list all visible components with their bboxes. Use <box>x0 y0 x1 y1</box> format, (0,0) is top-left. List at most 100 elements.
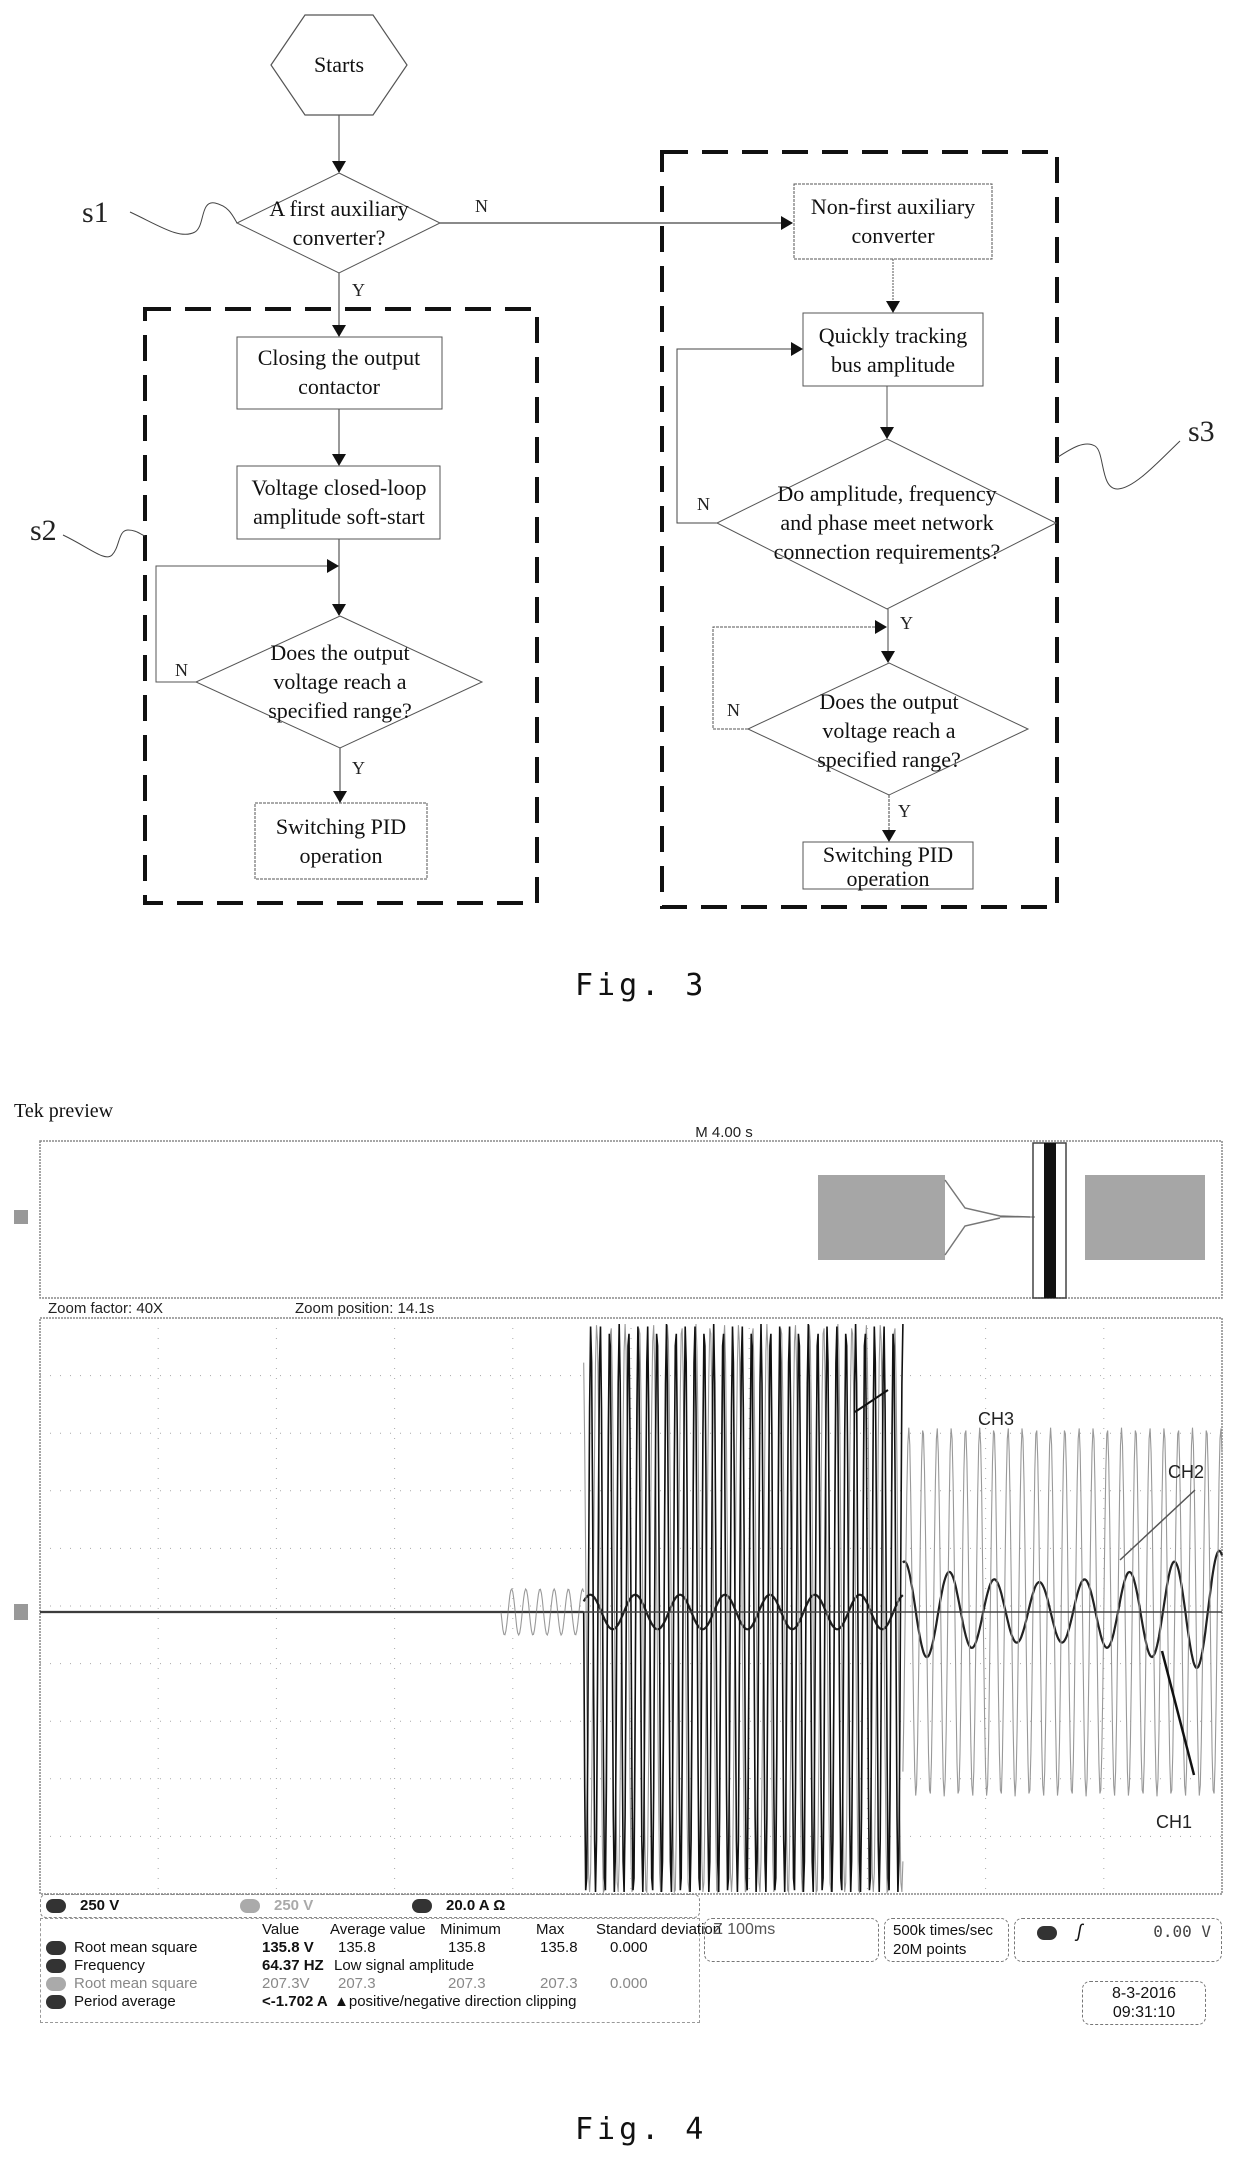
label-yes-2: Y <box>352 758 365 778</box>
record-length: 20M points <box>893 1941 967 1958</box>
measurement-average: 207.3 <box>338 1975 376 1992</box>
start-node: Starts <box>270 14 408 116</box>
measurement-average: 135.8 <box>338 1939 376 1956</box>
time: 09:31:10 <box>1112 2004 1176 2021</box>
trace-ch1 <box>902 1549 1224 1669</box>
zoom-position-label: Zoom position: 14.1s <box>295 1300 434 1317</box>
nonfirst-line2: converter <box>851 223 935 248</box>
label-no-2: N <box>175 660 188 680</box>
channel-2-icon <box>46 1977 66 1991</box>
channel-3-icon <box>46 1995 66 2009</box>
measurement-header: Minimum <box>440 1921 501 1938</box>
s2-leader-line <box>62 529 146 558</box>
step-voltage-soft-start: Voltage closed-loop amplitude soft-start <box>236 465 441 540</box>
figure-4-caption: Fig. 4 <box>575 2112 708 2147</box>
timebase-label: M 4.00 s <box>695 1124 753 1141</box>
start-label: Starts <box>314 52 364 77</box>
channel-scale-bar <box>40 1894 700 1918</box>
preview-burst-1 <box>818 1175 945 1260</box>
nonfirst-line1: Non-first auxiliary <box>811 194 975 219</box>
trace-ch1 <box>582 1593 904 1631</box>
sample-rate: 500k times/sec <box>893 1922 994 1939</box>
measurement-name: Period average <box>74 1993 176 2010</box>
label-no-1: N <box>475 196 488 216</box>
graticule-grid <box>40 1318 1222 1894</box>
channel-3-icon[interactable] <box>412 1899 432 1913</box>
decision-left-line3: specified range? <box>268 698 412 723</box>
decision-right-line2: voltage reach a <box>822 718 955 743</box>
softstart-line1: Voltage closed-loop <box>252 475 427 500</box>
pid-right-line2: operation <box>846 866 929 891</box>
measurement-note: ▲positive/negative direction clipping <box>334 1993 577 2010</box>
decision-right-line3: specified range? <box>817 747 961 772</box>
channel-1-icon <box>46 1941 66 1955</box>
reference-label-s3: s3 <box>1188 415 1215 448</box>
measurement-max: 207.3 <box>540 1975 578 1992</box>
step-closing-contactor: Closing the output contactor <box>236 336 443 410</box>
datetime-box: 8-3-2016 09:31:10 <box>1082 1981 1206 2025</box>
decision-left-line1: Does the output <box>270 640 409 665</box>
label-no-3: N <box>697 494 710 514</box>
channel-2-icon[interactable] <box>240 1899 260 1913</box>
step-non-first-converter: Non-first auxiliary converter <box>793 183 993 260</box>
trace-ch2 <box>500 1587 585 1637</box>
channel-1-icon <box>46 1959 66 1973</box>
measurement-value: 135.8 V <box>262 1939 314 1956</box>
zoom-factor-label: Zoom factor: 40X <box>48 1300 163 1317</box>
main-ground-marker <box>14 1604 28 1620</box>
measurement-header: Max <box>536 1921 565 1938</box>
zoom-window-center <box>1044 1143 1056 1298</box>
decision-first-line1: A first auxiliary <box>269 196 408 221</box>
channel-2-scale[interactable]: 250 V <box>274 1897 313 1914</box>
measurement-max: 135.8 <box>540 1939 578 1956</box>
preview-ground-marker <box>14 1210 28 1224</box>
date: 8-3-2016 <box>1111 1985 1177 2002</box>
measurement-std-dev: 0.000 <box>610 1939 648 1956</box>
pid-left-line2: operation <box>299 843 382 868</box>
zoom-window-marker[interactable] <box>1032 1142 1067 1299</box>
ch1-leader <box>1160 1650 1196 1776</box>
decision-first-converter: A first auxiliary converter? <box>235 172 442 274</box>
rising-edge-icon: ʃ <box>1077 1921 1083 1941</box>
measurement-value: <-1.702 A <box>262 1993 328 2010</box>
preview-decay <box>944 1179 1031 1256</box>
measurement-std-dev: 0.000 <box>610 1975 648 1992</box>
pid-right-line1: Switching PID <box>823 842 953 867</box>
trigger-level: 0.00 V <box>1153 1922 1211 1941</box>
main-graticule <box>39 1317 1223 1895</box>
zoom-timebase: Z 100ms <box>713 1921 776 1938</box>
trace-ch3 <box>582 1323 904 1893</box>
trace-label-ch3: CH3 <box>978 1409 1014 1429</box>
decision-left-line2: voltage reach a <box>273 669 406 694</box>
measurement-name: Frequency <box>74 1957 145 1974</box>
ch2-leader <box>1119 1489 1196 1561</box>
scope-window-title: Tek preview <box>14 1100 114 1122</box>
s3-leader-line <box>1057 440 1181 490</box>
waveform-traces <box>40 1323 1224 1895</box>
measurement-note: Low signal amplitude <box>334 1957 475 1974</box>
acquisition-box[interactable]: 500k times/sec 20M points <box>884 1918 1009 1962</box>
channel-3-scale[interactable]: 20.0 A Ω <box>446 1897 505 1914</box>
reference-label-s1: s1 <box>82 196 109 229</box>
channel-1-scale[interactable]: 250 V <box>80 1897 119 1914</box>
measurement-value: 207.3V <box>262 1975 310 1992</box>
decision-first-line2: converter? <box>293 225 386 250</box>
decision-network-requirements: Do amplitude, frequency and phase meet n… <box>715 438 1058 610</box>
channel-1-icon[interactable] <box>46 1899 66 1913</box>
decision-network-line1: Do amplitude, frequency <box>777 481 996 506</box>
trigger-channel-icon <box>1037 1926 1057 1940</box>
pid-left-line1: Switching PID <box>276 814 406 839</box>
measurement-name: Root mean square <box>74 1975 198 1992</box>
trace-label-ch1: CH1 <box>1156 1812 1192 1832</box>
decision-right-line1: Does the output <box>819 689 958 714</box>
label-yes-3: Y <box>900 613 913 633</box>
zoom-timebase-box[interactable]: Z 100ms <box>704 1918 879 1962</box>
trigger-box[interactable]: ʃ 0.00 V <box>1014 1918 1222 1962</box>
measurement-header: Average value <box>330 1921 426 1938</box>
preview-burst-2 <box>1085 1175 1205 1260</box>
measurement-value: 64.37 HZ <box>262 1957 324 1974</box>
closing-line1: Closing the output <box>258 345 421 370</box>
tracking-line1: Quickly tracking <box>819 323 967 348</box>
label-no-4: N <box>727 700 740 720</box>
decision-network-line3: connection requirements? <box>774 539 1001 564</box>
